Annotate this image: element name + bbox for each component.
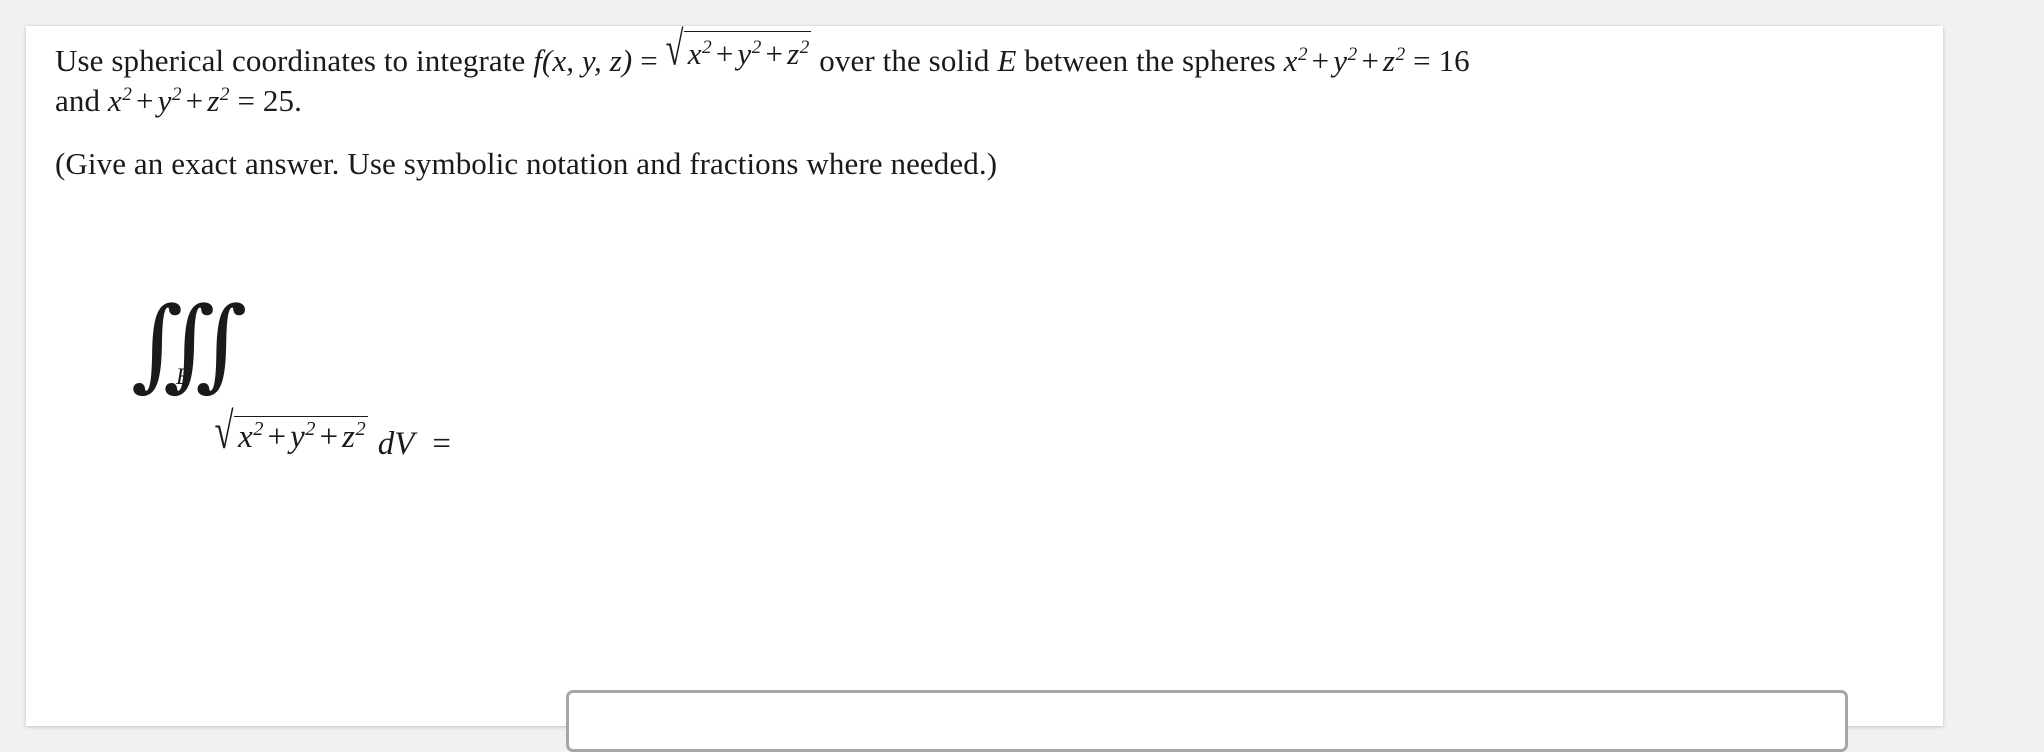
square-root-expression: √ x2 + y2 + z2 (665, 21, 812, 81)
function-name: f (533, 43, 542, 78)
sphere1-exponent-x: 2 (1297, 43, 1308, 65)
exponent-x: 2 (702, 36, 712, 58)
function-arguments: (x, y, z) (541, 43, 633, 78)
plus-sign: + (185, 83, 204, 118)
answer-instructions: (Give an exact answer. Use symbolic nota… (55, 146, 998, 181)
problem-statement: Use spherical coordinates to integrate f… (55, 21, 1505, 121)
sphere1-variable-y: y (1333, 43, 1348, 78)
differential-label: dV (377, 426, 415, 462)
triple-integral-symbol: ∫∫∫ E (131, 294, 247, 398)
sphere2-exponent-z: 2 (219, 83, 230, 105)
exponent-z: 2 (799, 36, 810, 58)
formula-row: ∫∫∫ E √ x2 + y2 + z2 dV = (26, 294, 1943, 752)
sphere1-variable-z: z (1382, 43, 1396, 78)
variable-y: y (737, 36, 752, 71)
formula-radicand: x2 + y2 + z2 (234, 416, 368, 456)
plus-sign: + (715, 36, 734, 71)
conjunction: and (55, 83, 108, 118)
formula-equals-sign: = (432, 426, 451, 462)
plus-sign: + (135, 83, 154, 118)
formula-variable-x: x (238, 419, 253, 455)
problem-lead-text: Use spherical coordinates to integrate (55, 43, 534, 78)
formula-variable-y: y (290, 419, 305, 455)
sphere2-variable-y: y (157, 83, 172, 118)
sphere1-value: = 16 (1413, 43, 1470, 78)
problem-mid-text: over the solid (811, 43, 998, 78)
integral-limit-label: E (176, 364, 191, 389)
sphere1-exponent-y: 2 (1347, 43, 1358, 65)
variable-z: z (787, 36, 800, 71)
radical-sign-icon: √ (665, 21, 684, 76)
plus-sign: + (319, 419, 339, 455)
formula-exponent-z: 2 (355, 418, 366, 440)
solid-symbol: E (997, 43, 1017, 78)
question-card: Use spherical coordinates to integrate f… (26, 21, 1943, 752)
sphere1-variable-x: x (1283, 43, 1298, 78)
formula-square-root-expression: √ x2 + y2 + z2 (215, 405, 368, 463)
sphere2-variable-x: x (107, 83, 122, 118)
formula-exponent-y: 2 (305, 418, 316, 440)
equals-sign: = (632, 43, 666, 78)
sphere2-variable-z: z (207, 83, 220, 118)
radicand: x2 + y2 + z2 (683, 31, 812, 74)
sphere2-exponent-y: 2 (171, 83, 182, 105)
plus-sign: + (267, 419, 287, 455)
answer-input[interactable] (566, 690, 1848, 752)
formula-variable-z: z (342, 419, 355, 455)
plus-sign: + (1311, 43, 1330, 78)
formula-exponent-x: 2 (253, 418, 264, 440)
sphere1-exponent-z: 2 (1395, 43, 1406, 65)
sphere2-value: = 25. (237, 83, 302, 118)
sphere2-exponent-x: 2 (122, 83, 132, 105)
integral-expression: ∫∫∫ E √ x2 + y2 + z2 dV = (131, 294, 451, 463)
plus-sign: + (765, 36, 784, 71)
radical-sign-icon: √ (214, 404, 234, 461)
problem-mid-text-2: between the spheres (1016, 43, 1284, 78)
plus-sign: + (1361, 43, 1379, 78)
variable-x: x (687, 36, 702, 71)
